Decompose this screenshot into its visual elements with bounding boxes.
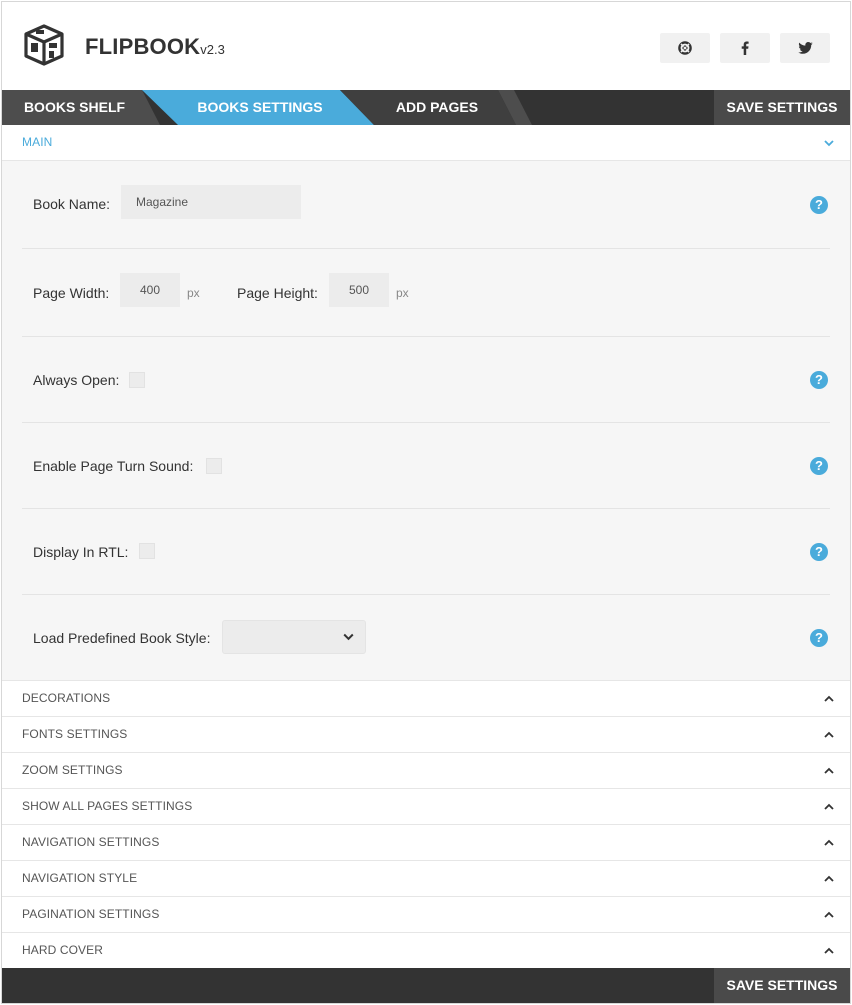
chevron-up-icon: [824, 839, 834, 846]
page-size-row: Page Width: px Page Height: px: [22, 249, 830, 337]
app-title-text: FLIPBOOK: [85, 34, 201, 59]
twitter-button[interactable]: [780, 33, 830, 63]
page-width-input[interactable]: [120, 273, 180, 307]
section-label: NAVIGATION STYLE: [22, 871, 138, 885]
section-main-label: MAIN: [22, 135, 53, 149]
rtl-label: Display In RTL:: [33, 544, 129, 560]
predefined-style-select[interactable]: [222, 620, 366, 654]
plugin-frame: FLIPBOOKv2.3 BOOKS SHELF BOOKS SETTINGS …: [1, 1, 851, 1004]
page-height-unit: px: [396, 286, 409, 300]
book-name-help-icon[interactable]: ?: [810, 196, 828, 214]
page-turn-sound-help-icon[interactable]: ?: [810, 457, 828, 475]
section-label: PAGINATION SETTINGS: [22, 907, 160, 921]
tab-add-pages[interactable]: ADD PAGES: [364, 90, 510, 125]
flipbook-logo-icon: [24, 24, 64, 66]
always-open-help-icon[interactable]: ?: [810, 371, 828, 389]
app-version: v2.3: [200, 42, 225, 57]
header: FLIPBOOKv2.3: [2, 2, 850, 90]
always-open-row: Always Open: ?: [22, 337, 830, 423]
save-settings-button-bottom[interactable]: SAVE SETTINGS: [714, 968, 850, 1003]
predefined-style-row: Load Predefined Book Style: ?: [22, 595, 830, 681]
tab-books-shelf[interactable]: BOOKS SHELF: [2, 90, 147, 125]
section-navigation-style-header[interactable]: NAVIGATION STYLE: [2, 861, 850, 897]
rtl-help-icon[interactable]: ?: [810, 543, 828, 561]
book-name-input[interactable]: [121, 185, 301, 219]
section-label: NAVIGATION SETTINGS: [22, 835, 160, 849]
app-title: FLIPBOOKv2.3: [85, 34, 225, 60]
rtl-checkbox[interactable]: [139, 543, 155, 559]
section-label: HARD COVER: [22, 943, 104, 957]
section-zoom-settings-header[interactable]: ZOOM SETTINGS: [2, 753, 850, 789]
page-turn-sound-label: Enable Page Turn Sound:: [33, 458, 194, 474]
section-hard-cover-header[interactable]: HARD COVER: [2, 933, 850, 969]
section-decorations-header[interactable]: DECORATIONS: [2, 681, 850, 717]
book-name-row: Book Name: ?: [22, 161, 830, 249]
chevron-up-icon: [824, 947, 834, 954]
section-fonts-settings-header[interactable]: FONTS SETTINGS: [2, 717, 850, 753]
chevron-up-icon: [824, 731, 834, 738]
save-settings-button-top[interactable]: SAVE SETTINGS: [714, 90, 850, 125]
section-label: SHOW ALL PAGES SETTINGS: [22, 799, 193, 813]
section-main-header[interactable]: MAIN: [2, 125, 850, 161]
section-label: FONTS SETTINGS: [22, 727, 128, 741]
page-turn-sound-row: Enable Page Turn Sound: ?: [22, 423, 830, 509]
facebook-icon: [741, 41, 749, 55]
section-label: ZOOM SETTINGS: [22, 763, 123, 777]
twitter-icon: [797, 42, 813, 54]
main-nav: BOOKS SHELF BOOKS SETTINGS ADD PAGES SAV…: [2, 90, 850, 125]
page-height-input[interactable]: [329, 273, 389, 307]
chevron-up-icon: [824, 767, 834, 774]
support-button[interactable]: [660, 33, 710, 63]
page-height-label: Page Height:: [237, 285, 318, 301]
always-open-checkbox[interactable]: [129, 372, 145, 388]
rtl-row: Display In RTL: ?: [22, 509, 830, 595]
book-name-label: Book Name:: [33, 196, 111, 212]
predefined-style-help-icon[interactable]: ?: [810, 629, 828, 647]
section-show-all-pages-header[interactable]: SHOW ALL PAGES SETTINGS: [2, 789, 850, 825]
always-open-label: Always Open:: [33, 372, 120, 388]
page-turn-sound-checkbox[interactable]: [206, 458, 222, 474]
chevron-down-icon: [343, 633, 354, 641]
page-width-label: Page Width:: [33, 285, 110, 301]
tab-books-settings[interactable]: BOOKS SETTINGS: [165, 90, 355, 125]
chevron-up-icon: [824, 911, 834, 918]
facebook-button[interactable]: [720, 33, 770, 63]
chevron-up-icon: [824, 803, 834, 810]
support-icon: [678, 41, 692, 55]
section-label: DECORATIONS: [22, 691, 111, 705]
bottom-bar: SAVE SETTINGS: [2, 968, 850, 1003]
section-navigation-settings-header[interactable]: NAVIGATION SETTINGS: [2, 825, 850, 861]
predefined-style-label: Load Predefined Book Style:: [33, 630, 211, 646]
chevron-down-icon: [824, 140, 834, 147]
chevron-up-icon: [824, 695, 834, 702]
page-width-unit: px: [187, 286, 200, 300]
section-main-body: Book Name: ? Page Width: px Page Height:…: [2, 161, 850, 681]
section-pagination-settings-header[interactable]: PAGINATION SETTINGS: [2, 897, 850, 933]
chevron-up-icon: [824, 875, 834, 882]
